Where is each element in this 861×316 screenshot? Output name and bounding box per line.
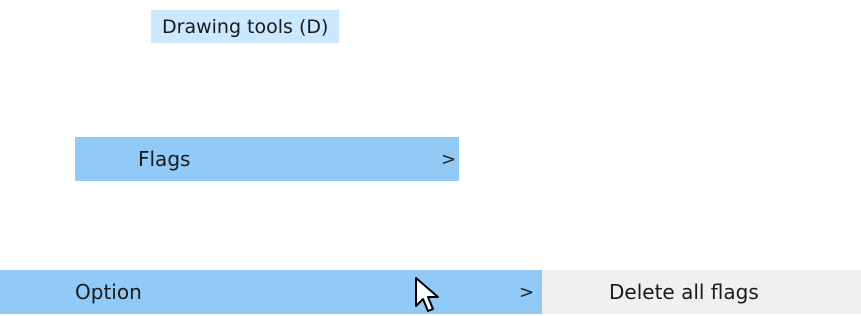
menu-item-flags-label: Flags bbox=[138, 147, 191, 171]
submenu-item-delete-all-flags[interactable]: Delete all flags bbox=[542, 270, 861, 314]
drawing-tools-tooltip: Drawing tools (D) bbox=[151, 10, 340, 43]
mouse-pointer-icon bbox=[415, 277, 439, 312]
menu-item-option-label: Option bbox=[75, 280, 142, 304]
chevron-right-icon: > bbox=[441, 148, 457, 170]
menu-item-option[interactable]: Option > bbox=[0, 270, 542, 314]
tooltip-text: Drawing tools (D) bbox=[162, 15, 329, 38]
submenu-item-delete-all-flags-label: Delete all flags bbox=[609, 280, 759, 304]
chevron-right-icon: > bbox=[519, 281, 535, 303]
menu-item-flags[interactable]: Flags > bbox=[75, 137, 459, 181]
